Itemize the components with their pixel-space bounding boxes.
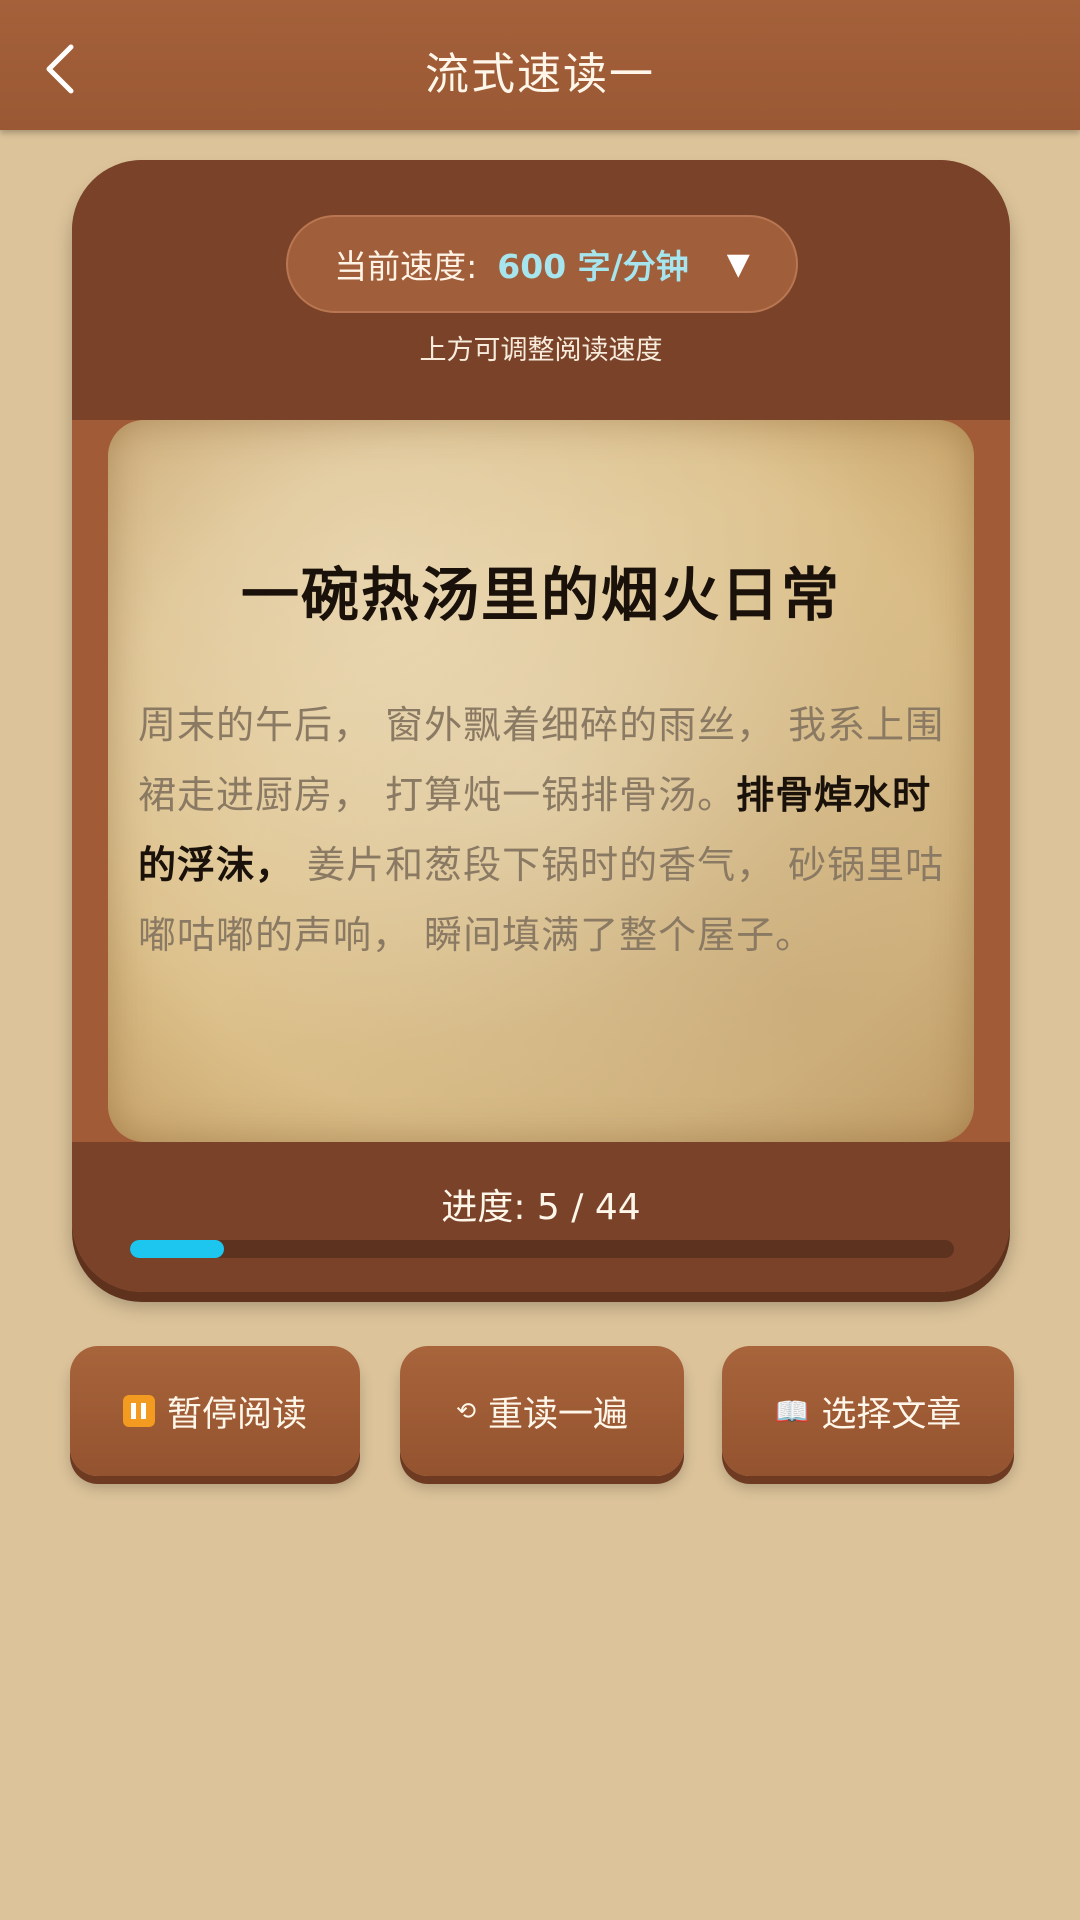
speed-value: 600 字/分钟 xyxy=(497,247,689,286)
dropdown-triangle-icon: ▼ xyxy=(726,246,750,282)
speed-panel: 当前速度: 600 字/分钟 ▼ 上方可调整阅读速度 xyxy=(72,160,1010,420)
pause-icon xyxy=(122,1395,155,1427)
progress-bar xyxy=(130,1240,954,1258)
select-article-button[interactable]: 📖 选择文章 xyxy=(722,1346,1014,1476)
pause-reading-button[interactable]: 暂停阅读 xyxy=(70,1346,360,1476)
progress-label: 进度: 5 / 44 xyxy=(441,1187,641,1228)
header-bar: 流式速读一 xyxy=(0,0,1080,130)
speed-selector[interactable]: 当前速度: 600 字/分钟 ▼ xyxy=(286,215,798,313)
article-title: 一碗热汤里的烟火日常 xyxy=(240,561,841,629)
speed-reading-screen: 流式速读一 当前速度: 600 字/分钟 ▼ 上方可调整阅读速度 一碗热汤里的烟… xyxy=(0,0,1080,1920)
page-title: 流式速读一 xyxy=(425,49,655,100)
select-article-label: 选择文章 xyxy=(821,1394,962,1435)
article-text: 周末的午后， 窗外飘着细碎的雨丝， 我系上围裙走进厨房， 打算炖一锅排骨汤。排骨… xyxy=(138,690,948,970)
speed-label: 当前速度: xyxy=(334,247,478,286)
reread-icon: ⟲ xyxy=(455,1397,477,1425)
speed-hint: 上方可调整阅读速度 xyxy=(419,335,663,366)
pause-reading-label: 暂停阅读 xyxy=(166,1394,307,1435)
progress-fill xyxy=(130,1240,224,1258)
reading-paper: 一碗热汤里的烟火日常 周末的午后， 窗外飘着细碎的雨丝， 我系上围裙走进厨房， … xyxy=(108,420,974,1142)
reread-button[interactable]: ⟲ 重读一遍 xyxy=(400,1346,684,1476)
reread-label: 重读一遍 xyxy=(488,1394,629,1435)
reader-card: 当前速度: 600 字/分钟 ▼ 上方可调整阅读速度 一碗热汤里的烟火日常 周末… xyxy=(72,160,1010,1292)
book-icon: 📖 xyxy=(774,1394,810,1428)
